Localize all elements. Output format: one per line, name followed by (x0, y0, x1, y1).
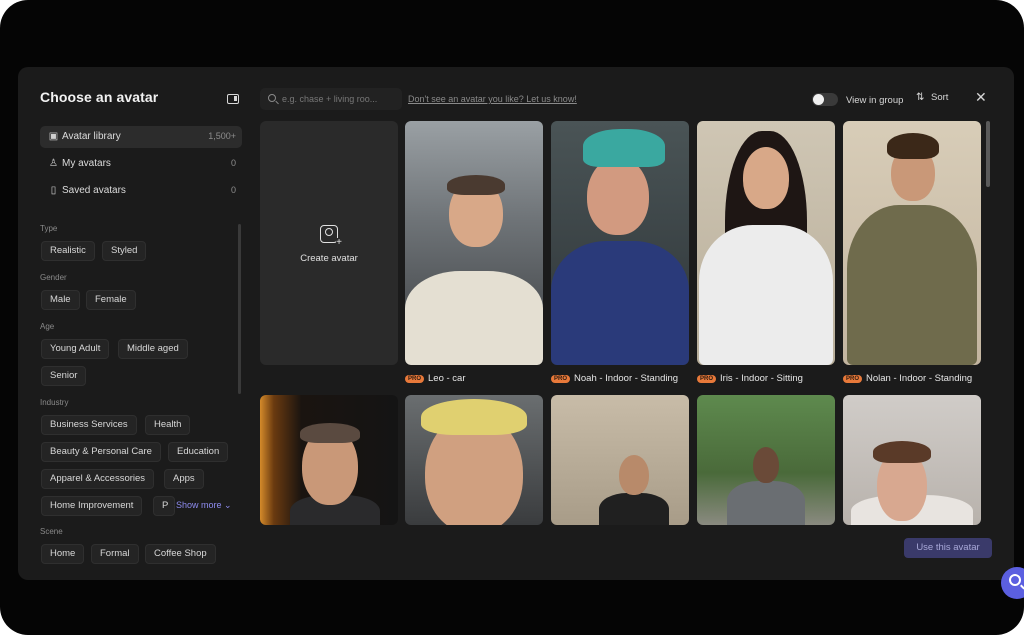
avatar-card[interactable] (405, 395, 543, 525)
show-more-label: Show more (176, 500, 222, 510)
filter-chip-formal[interactable]: Formal (91, 544, 139, 564)
sidebar: Choose an avatar ▣ Avatar library 1,500+… (18, 67, 250, 580)
sidebar-item-my-avatars[interactable]: ♙ My avatars 0 (40, 153, 242, 175)
sidebar-item-avatar-library[interactable]: ▣ Avatar library 1,500+ (40, 126, 242, 148)
view-in-group-label: View in group (846, 95, 904, 106)
item-count: 1,500+ (208, 131, 236, 141)
add-user-icon (320, 225, 342, 248)
search-icon (268, 94, 276, 102)
panel-toggle-icon[interactable] (227, 94, 239, 104)
filter-chip-realistic[interactable]: Realistic (41, 241, 95, 261)
filter-chip-beauty[interactable]: Beauty & Personal Care (41, 442, 161, 462)
item-count: 0 (230, 185, 236, 195)
sidebar-item-saved-avatars[interactable]: ▯ Saved avatars 0 (40, 180, 242, 202)
avatar-card-noah[interactable] (551, 121, 689, 365)
grid-scrollbar[interactable] (986, 121, 990, 187)
avatar-card[interactable] (697, 395, 835, 525)
help-chat-button[interactable] (1001, 567, 1024, 599)
sort-button[interactable]: ⇅ Sort (916, 92, 948, 103)
filter-chip-apps[interactable]: Apps (164, 469, 204, 489)
sidebar-item-label: Avatar library (62, 131, 121, 142)
avatar-name: Iris - Indoor - Sitting (720, 373, 803, 384)
pro-badge: PRO (697, 375, 717, 383)
avatar-hair (421, 399, 527, 435)
filter-chip-business-services[interactable]: Business Services (41, 415, 137, 435)
chevron-down-icon: ⌄ (224, 500, 232, 510)
avatar-hair (447, 175, 505, 195)
toggle-knob (813, 94, 824, 105)
sidebar-item-label: Saved avatars (62, 185, 126, 196)
avatar-card-nolan[interactable] (843, 121, 981, 365)
create-avatar-card[interactable]: Create avatar (260, 121, 398, 365)
pro-badge: PRO (551, 375, 571, 383)
avatar-name: Leo - car (428, 373, 466, 384)
filter-section-type: Type (40, 224, 58, 233)
sort-icon: ⇅ (916, 92, 925, 103)
filter-chip-senior[interactable]: Senior (41, 366, 87, 386)
request-avatar-link[interactable]: Don't see an avatar you like? Let us kno… (408, 94, 577, 104)
filter-section-gender: Gender (40, 273, 67, 282)
pro-badge: PRO (405, 375, 425, 383)
avatar-caption: PRO Nolan - Indoor - Standing (843, 373, 972, 385)
bookmark-icon: ▯ (50, 185, 57, 196)
search-box[interactable] (260, 88, 402, 110)
sort-label: Sort (931, 92, 949, 103)
close-icon[interactable]: ✕ (975, 89, 987, 106)
use-avatar-button[interactable]: Use this avatar (904, 538, 992, 558)
pro-badge: PRO (843, 375, 863, 383)
filter-chip-young-adult[interactable]: Young Adult (41, 339, 110, 359)
sidebar-item-label: My avatars (62, 158, 111, 169)
create-avatar-label: Create avatar (300, 253, 358, 264)
avatar-face (619, 455, 649, 495)
avatar-face (753, 447, 779, 483)
filter-chip-education[interactable]: Education (168, 442, 229, 462)
filter-chip-home[interactable]: Home (41, 544, 85, 564)
user-icon: ♙ (49, 158, 58, 169)
filter-chip-truncated[interactable]: P (153, 496, 175, 516)
filter-section-age: Age (40, 322, 55, 331)
avatar-figure (847, 205, 977, 365)
avatar-card[interactable] (551, 395, 689, 525)
avatar-surgical-cap (583, 129, 665, 167)
avatar-caption: PRO Leo - car (405, 373, 466, 385)
filter-section-scene: Scene (40, 527, 63, 536)
avatar-caption: PRO Noah - Indoor - Standing (551, 373, 678, 385)
filter-section-industry: Industry (40, 398, 69, 407)
avatar-figure (599, 493, 669, 525)
avatar-name: Nolan - Indoor - Standing (866, 373, 973, 384)
filter-chip-male[interactable]: Male (41, 290, 80, 310)
filter-chip-home-improvement[interactable]: Home Improvement (41, 496, 143, 516)
avatar-figure (551, 241, 689, 365)
avatar-figure (727, 481, 805, 525)
item-count: 0 (230, 158, 236, 168)
show-more-link[interactable]: Show more ⌄ (176, 500, 232, 511)
avatar-hair (887, 133, 939, 159)
avatar-card[interactable] (260, 395, 398, 525)
filter-chip-styled[interactable]: Styled (102, 241, 147, 261)
avatar-modal: Choose an avatar ▣ Avatar library 1,500+… (18, 67, 1014, 580)
search-icon (1009, 574, 1021, 586)
avatar-figure (699, 225, 833, 365)
modal-title: Choose an avatar (40, 89, 159, 105)
avatar-card-leo[interactable] (405, 121, 543, 365)
view-in-group-toggle[interactable] (812, 93, 838, 106)
filter-chip-health[interactable]: Health (145, 415, 191, 435)
avatar-face (743, 147, 789, 209)
avatar-figure (405, 271, 543, 365)
avatar-hair (873, 441, 931, 463)
filter-chip-female[interactable]: Female (86, 290, 136, 310)
avatar-hair (300, 423, 360, 443)
avatar-card[interactable] (843, 395, 981, 525)
sidebar-scrollbar[interactable] (238, 224, 241, 394)
avatar-face (587, 157, 649, 235)
avatar-name: Noah - Indoor - Standing (574, 373, 679, 384)
search-input[interactable] (282, 92, 398, 106)
avatar-card-iris[interactable] (697, 121, 835, 365)
device-frame: Choose an avatar ▣ Avatar library 1,500+… (0, 0, 1024, 635)
filter-chip-coffee-shop[interactable]: Coffee Shop (145, 544, 216, 564)
avatar-caption: PRO Iris - Indoor - Sitting (697, 373, 803, 385)
image-icon: ▣ (48, 131, 59, 142)
filter-chip-middle-aged[interactable]: Middle aged (118, 339, 188, 359)
filter-chip-apparel[interactable]: Apparel & Accessories (41, 469, 155, 489)
